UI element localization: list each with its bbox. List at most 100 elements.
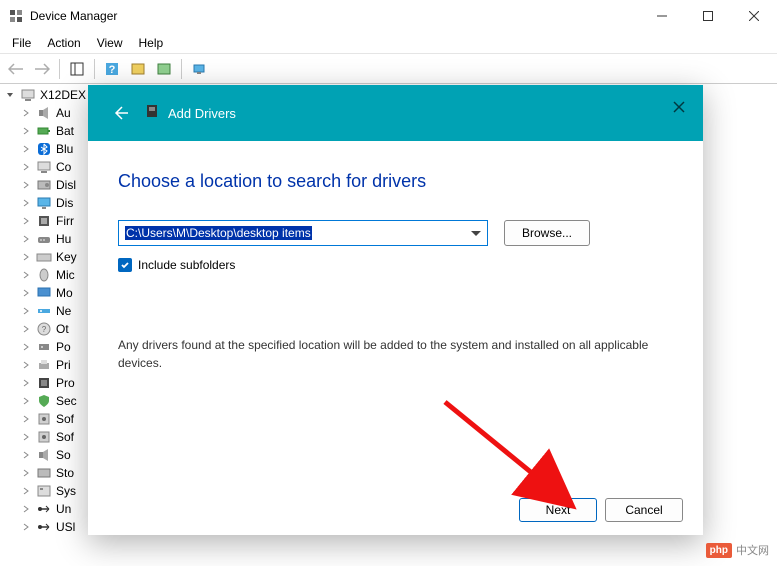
bluetooth-icon — [36, 141, 52, 157]
maximize-button[interactable] — [685, 0, 731, 32]
chevron-right-icon[interactable] — [20, 413, 32, 425]
toolbar-icon-1[interactable] — [126, 57, 150, 81]
chevron-right-icon[interactable] — [20, 431, 32, 443]
tree-item-label: So — [56, 448, 71, 462]
cancel-button[interactable]: Cancel — [605, 498, 683, 522]
browse-button[interactable]: Browse... — [504, 220, 590, 246]
chevron-right-icon[interactable] — [20, 377, 32, 389]
hid-icon — [36, 231, 52, 247]
dialog-heading: Choose a location to search for drivers — [118, 171, 673, 192]
chevron-right-icon[interactable] — [20, 341, 32, 353]
tree-item-label: Pro — [56, 376, 75, 390]
tree-item-label: Mo — [56, 286, 73, 300]
sound-icon — [36, 447, 52, 463]
chevron-right-icon[interactable] — [20, 287, 32, 299]
tree-item-label: Hu — [56, 232, 71, 246]
scan-hardware-button[interactable] — [187, 57, 211, 81]
chevron-right-icon[interactable] — [20, 395, 32, 407]
dialog-close-button[interactable] — [667, 95, 691, 119]
chevron-right-icon[interactable] — [20, 125, 32, 137]
toolbar: ? — [0, 54, 777, 84]
tree-item-label: Ot — [56, 322, 69, 336]
menu-view[interactable]: View — [89, 34, 131, 52]
checkbox-icon — [118, 258, 132, 272]
security-icon — [36, 393, 52, 409]
chevron-right-icon[interactable] — [20, 449, 32, 461]
forward-button[interactable] — [30, 57, 54, 81]
chevron-right-icon[interactable] — [20, 197, 32, 209]
tree-item-label: Un — [56, 502, 71, 516]
watermark: php 中文网 — [706, 542, 769, 558]
chevron-right-icon[interactable] — [20, 305, 32, 317]
show-hide-button[interactable] — [65, 57, 89, 81]
chevron-right-icon[interactable] — [20, 359, 32, 371]
close-button[interactable] — [731, 0, 777, 32]
chevron-right-icon[interactable] — [20, 521, 32, 533]
menu-action[interactable]: Action — [39, 34, 88, 52]
tree-item-label: Mic — [56, 268, 75, 282]
watermark-text: 中文网 — [736, 542, 769, 558]
menu-file[interactable]: File — [4, 34, 39, 52]
window-controls — [639, 0, 777, 32]
system-icon — [36, 483, 52, 499]
display-icon — [36, 195, 52, 211]
help-button[interactable]: ? — [100, 57, 124, 81]
tree-item-label: Key — [56, 250, 77, 264]
tree-item-label: Blu — [56, 142, 73, 156]
other-icon: ? — [36, 321, 52, 337]
computer-icon — [20, 87, 36, 103]
storage-icon — [36, 465, 52, 481]
chevron-right-icon[interactable] — [20, 215, 32, 227]
chevron-right-icon[interactable] — [20, 503, 32, 515]
chevron-right-icon[interactable] — [20, 467, 32, 479]
back-button[interactable] — [4, 57, 28, 81]
annotation-arrow — [435, 392, 595, 522]
tree-item-label: Po — [56, 340, 71, 354]
chevron-right-icon[interactable] — [20, 179, 32, 191]
network-icon — [36, 303, 52, 319]
tree-item-label: USl — [56, 520, 75, 534]
disk-icon — [36, 177, 52, 193]
tree-item-label: Firr — [56, 214, 74, 228]
chevron-right-icon[interactable] — [20, 251, 32, 263]
mouse-icon — [36, 267, 52, 283]
chevron-down-icon[interactable] — [4, 89, 16, 101]
dialog-header: Add Drivers — [88, 85, 703, 141]
driver-disk-icon — [144, 103, 160, 124]
tree-item-label: Sof — [56, 430, 74, 444]
chevron-right-icon[interactable] — [20, 233, 32, 245]
tree-item-label: Au — [56, 106, 71, 120]
tree-item-label: Bat — [56, 124, 74, 138]
tree-root-label: X12DEX — [40, 88, 86, 102]
menu-help[interactable]: Help — [131, 34, 172, 52]
chevron-right-icon[interactable] — [20, 161, 32, 173]
chevron-right-icon[interactable] — [20, 485, 32, 497]
chevron-right-icon[interactable] — [20, 269, 32, 281]
computer-icon — [36, 159, 52, 175]
port-icon — [36, 339, 52, 355]
chevron-right-icon[interactable] — [20, 143, 32, 155]
tree-item-label: Pri — [56, 358, 71, 372]
chevron-right-icon[interactable] — [20, 323, 32, 335]
dialog-title: Add Drivers — [168, 106, 236, 121]
tree-item-label: Sto — [56, 466, 74, 480]
titlebar: Device Manager — [0, 0, 777, 32]
checkbox-label: Include subfolders — [138, 258, 235, 272]
include-subfolders-checkbox[interactable]: Include subfolders — [118, 258, 673, 272]
svg-text:?: ? — [109, 64, 116, 76]
watermark-badge: php — [706, 543, 732, 558]
chevron-right-icon[interactable] — [20, 107, 32, 119]
keyboard-icon — [36, 249, 52, 265]
toolbar-icon-2[interactable] — [152, 57, 176, 81]
tree-item-label: Ne — [56, 304, 71, 318]
path-combobox[interactable]: C:\Users\M\Desktop\desktop items — [118, 220, 488, 246]
chevron-down-icon[interactable] — [471, 231, 481, 236]
software-icon — [36, 429, 52, 445]
svg-text:?: ? — [42, 325, 47, 334]
tree-item-label: Co — [56, 160, 71, 174]
processor-icon — [36, 375, 52, 391]
tree-item-label: Sof — [56, 412, 74, 426]
minimize-button[interactable] — [639, 0, 685, 32]
speaker-icon — [36, 105, 52, 121]
dialog-back-button[interactable] — [104, 97, 136, 129]
